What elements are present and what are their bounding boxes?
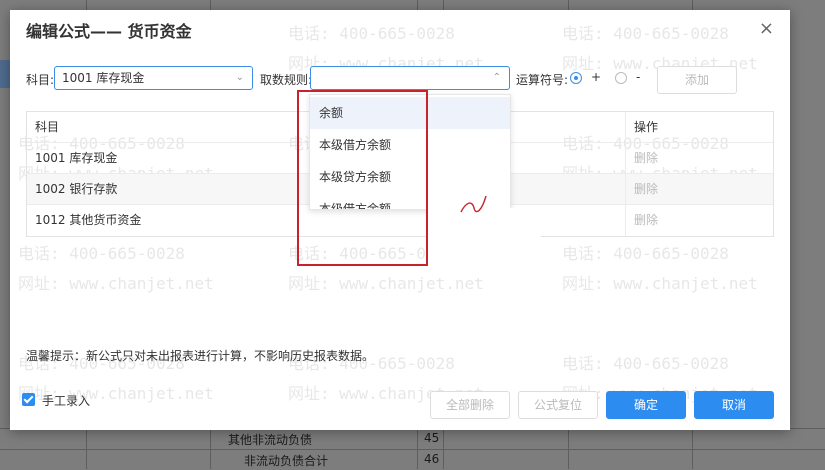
redacted-area [426, 208, 541, 278]
add-button[interactable]: 添加 [657, 66, 737, 94]
delete-all-button[interactable]: 全部删除 [430, 391, 510, 419]
watermark-phone: 电话: 400-665-0028 [562, 354, 729, 373]
delete-row-button[interactable]: 删除 [625, 174, 775, 205]
chevron-up-icon: ⌃ [492, 72, 501, 83]
rule-option-credit-balance[interactable]: 本级贷方余额 [310, 161, 510, 193]
watermark-phone: 电话: 400-665-0028 [562, 244, 729, 263]
subject-label: 科目: [26, 73, 55, 87]
row-subject: 1001 库存现金 [35, 151, 118, 165]
rule-dropdown-menu: 余额 本级借方余额 本级贷方余额 本级借方余额 [309, 94, 511, 210]
operator-plus-radio[interactable] [570, 72, 582, 84]
confirm-button[interactable]: 确定 [606, 391, 686, 419]
watermark-phone: 电话: 400-665-0028 [18, 244, 185, 263]
operator-plus-label: + [591, 70, 602, 84]
delete-row-button[interactable]: 删除 [625, 205, 775, 236]
background-cell-number: 45 [424, 431, 440, 445]
tip-text: 温馨提示：新公式只对未出报表进行计算，不影响历史报表数据。 [26, 349, 375, 363]
delete-row-button[interactable]: 删除 [625, 143, 775, 174]
subject-select[interactable]: 1001 库存现金 ⌄ [54, 66, 253, 90]
background-cell-number: 46 [424, 452, 440, 466]
manual-entry-label: 手工录入 [42, 394, 91, 408]
manual-entry-checkbox[interactable] [22, 393, 35, 406]
background-side-tab [0, 60, 10, 88]
rule-label: 取数规则: [260, 73, 313, 87]
operator-minus-radio[interactable] [615, 72, 627, 84]
chevron-down-icon: ⌄ [235, 72, 244, 83]
row-subject: 1002 银行存款 [35, 182, 118, 196]
watermark-phone: 电话: 400-665-0028 [288, 24, 455, 43]
background-row [0, 449, 825, 470]
operator-minus-label: - [636, 70, 641, 84]
operator-label: 运算符号: [516, 73, 569, 87]
dialog-title: 编辑公式—— 货币资金 [26, 22, 192, 41]
rule-select[interactable]: ⌃ [310, 66, 510, 90]
reset-formula-button[interactable]: 公式复位 [518, 391, 598, 419]
watermark-phone: 电话: 400-665-0028 [562, 24, 729, 43]
background-row [0, 428, 825, 449]
rule-option-balance[interactable]: 余额 [310, 97, 510, 129]
close-icon[interactable]: × [759, 18, 774, 39]
column-header-action: 操作 [625, 112, 775, 143]
subject-select-value: 1001 库存现金 [62, 71, 145, 85]
watermark-site: 网址: www.chanjet.net [18, 274, 214, 293]
cancel-button[interactable]: 取消 [694, 391, 774, 419]
background-cell-label: 非流动负债合计 [244, 454, 329, 468]
edit-formula-dialog: 编辑公式—— 货币资金 × 电话: 400-665-0028 网址: www.c… [10, 10, 790, 430]
watermark-site: 网址: www.chanjet.net [562, 274, 758, 293]
column-header-subject: 科目 [35, 120, 60, 134]
background-cell-label: 其他非流动负债 [228, 433, 313, 447]
row-subject: 1012 其他货币资金 [35, 213, 142, 227]
rule-option-debit-balance[interactable]: 本级借方余额 [310, 129, 510, 161]
